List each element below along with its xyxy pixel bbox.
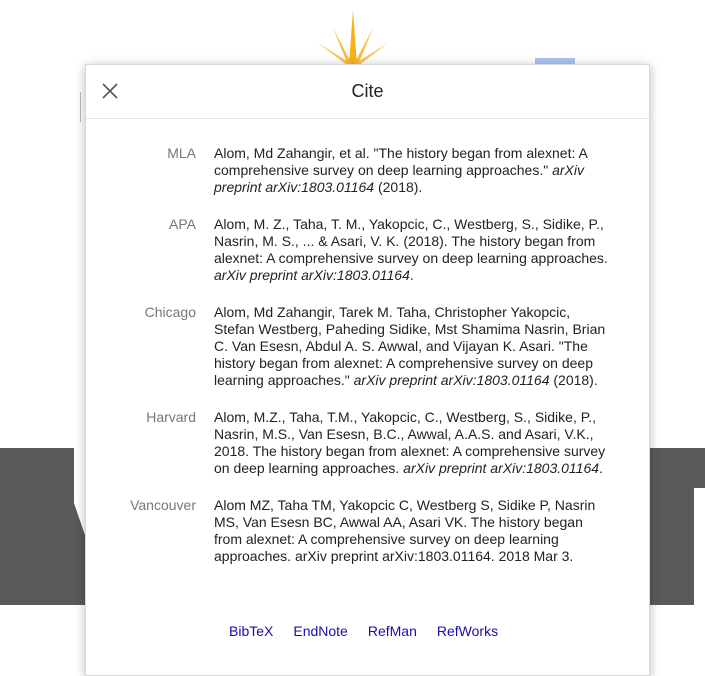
- background-logo-t-shape: [648, 448, 705, 605]
- citation-text-source: arXiv preprint arXiv:1803.01164: [214, 267, 410, 283]
- export-links: BibTeX EndNote RefMan RefWorks: [229, 623, 498, 639]
- citation-text[interactable]: Alom MZ, Taha TM, Yakopcic C, Westberg S…: [214, 497, 614, 565]
- citation-row-mla: MLA Alom, Md Zahangir, et al. "The histo…: [86, 145, 649, 196]
- citation-style-label: Vancouver: [130, 497, 196, 513]
- refworks-link[interactable]: RefWorks: [437, 623, 498, 639]
- citation-text[interactable]: Alom, M.Z., Taha, T.M., Yakopcic, C., We…: [214, 409, 614, 477]
- citation-text[interactable]: Alom, M. Z., Taha, T. M., Yakopcic, C., …: [214, 216, 614, 284]
- citation-text-main: Alom, M. Z., Taha, T. M., Yakopcic, C., …: [214, 216, 608, 266]
- citation-style-label: APA: [169, 216, 196, 232]
- citation-text-end: (2018).: [549, 372, 598, 388]
- citation-text-end: .: [599, 460, 603, 476]
- citation-row-harvard: Harvard Alom, M.Z., Taha, T.M., Yakopcic…: [86, 409, 649, 477]
- citation-list: MLA Alom, Md Zahangir, et al. "The histo…: [86, 145, 649, 585]
- citation-style-label: MLA: [167, 145, 196, 161]
- cite-dialog: Cite MLA Alom, Md Zahangir, et al. "The …: [85, 64, 650, 676]
- citation-row-apa: APA Alom, M. Z., Taha, T. M., Yakopcic, …: [86, 216, 649, 284]
- background-logo-n-diagonal: [0, 448, 86, 605]
- dialog-header: Cite: [86, 65, 649, 119]
- bibtex-link[interactable]: BibTeX: [229, 623, 273, 639]
- citation-text-source: arXiv preprint arXiv:1803.01164: [403, 460, 600, 476]
- dialog-title: Cite: [351, 81, 384, 101]
- sun-logo-icon: [318, 10, 388, 66]
- citation-text-main: Alom MZ, Taha TM, Yakopcic C, Westberg S…: [214, 497, 596, 564]
- citation-text-main: Alom, Md Zahangir, et al. "The history b…: [214, 145, 588, 178]
- citation-text[interactable]: Alom, Md Zahangir, et al. "The history b…: [214, 145, 614, 196]
- citation-row-vancouver: Vancouver Alom MZ, Taha TM, Yakopcic C, …: [86, 497, 649, 565]
- citation-text-end: .: [409, 267, 414, 283]
- citation-style-label: Harvard: [146, 409, 196, 425]
- endnote-link[interactable]: EndNote: [293, 623, 347, 639]
- citation-text[interactable]: Alom, Md Zahangir, Tarek M. Taha, Christ…: [214, 304, 614, 389]
- citation-row-chicago: Chicago Alom, Md Zahangir, Tarek M. Taha…: [86, 304, 649, 389]
- citation-style-label: Chicago: [144, 304, 196, 320]
- citation-text-source: arXiv preprint arXiv:1803.01164: [353, 372, 550, 388]
- citation-text-end: (2018).: [374, 179, 423, 195]
- background-divider: [80, 92, 81, 122]
- refman-link[interactable]: RefMan: [368, 623, 417, 639]
